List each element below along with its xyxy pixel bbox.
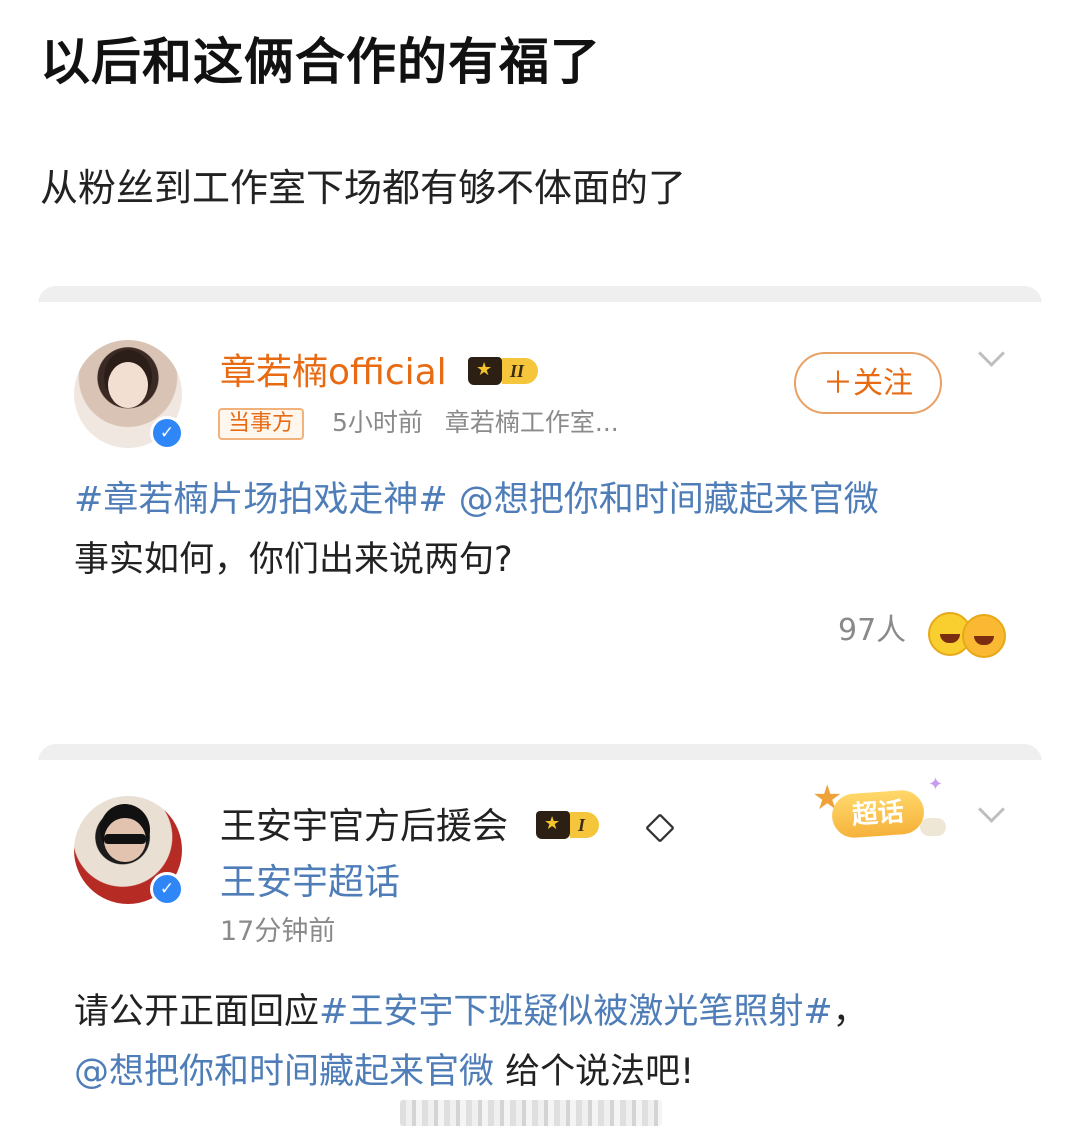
mention-link[interactable]: @想把你和时间藏起来官微 [74,1052,494,1092]
post-text-line-2: @想把你和时间藏起来官微 给个说法吧! [74,1042,868,1102]
crown-badge[interactable]: I [536,810,600,840]
crown-badge[interactable]: II [468,356,539,386]
quoted-post-card-1[interactable]: ✓ 章若楠official II 当事方 5小时前章若楠工作室... ＋关注 #… [38,286,1042,692]
watermark-blur [400,1100,662,1126]
text-prefix: 请公开正面回应 [74,992,320,1032]
post-text-line-1: 请公开正面回应#王安宇下班疑似被激光笔照射#， [74,982,868,1042]
crown-level: I [570,812,600,838]
crown-level: II [502,358,539,384]
avatar-face [108,362,148,408]
sunglasses-icon [104,834,146,844]
role-tag: 当事方 [218,408,305,440]
verified-icon: ✓ [150,872,184,906]
card-divider [38,286,1042,302]
post-time: 5小时前 [332,408,423,437]
mention-link[interactable]: @想把你和时间藏起来官微 [448,480,879,520]
hashtag-link[interactable]: #王安宇下班疑似被激光笔照射# [319,992,833,1032]
card-divider [38,744,1042,760]
text-suffix: ， [832,992,868,1032]
post-text-line-2: 事实如何，你们出来说两句? [74,540,513,580]
like-count[interactable]: 97人 [838,610,906,652]
text-suffix: 给个说法吧! [494,1052,695,1092]
username[interactable]: 章若楠official [220,350,447,396]
cloud-icon [920,818,946,836]
supertopic-badge[interactable]: ★ 超话 ✦ [812,774,946,840]
post-meta: 5小时前 章若楠工作室... [332,406,619,440]
supertopic-link[interactable]: 王安宇超话 [220,860,400,906]
hashtag-link[interactable]: #章若楠片场拍戏走神# [74,480,448,520]
post-body: 从粉丝到工作室下场都有够不体面的了 [40,166,687,210]
crown-icon [468,357,502,385]
post-time: 17分钟前 [220,916,336,947]
post-title: 以后和这俩合作的有福了 [40,33,601,91]
post-text: #章若楠片场拍戏走神# @想把你和时间藏起来官微 事实如何，你们出来说两句? [74,470,879,590]
laughing-emoji-icon [962,614,1006,658]
post-text-line-1: #章若楠片场拍戏走神# @想把你和时间藏起来官微 [74,470,879,530]
post-text: 请公开正面回应#王安宇下班疑似被激光笔照射#， @想把你和时间藏起来官微 给个说… [74,982,868,1102]
username[interactable]: 王安宇官方后援会 [220,804,508,850]
supertopic-badge-label: 超话 [830,788,926,840]
crown-icon [536,811,570,839]
follow-button[interactable]: ＋关注 [794,352,942,414]
quoted-post-card-2[interactable]: ✓ 王安宇官方后援会 I 王安宇超话 17分钟前 ★ 超话 ✦ 请公开正面回应#… [38,744,1042,1139]
post-source[interactable]: 章若楠工作室... [445,408,619,437]
sparkle-icon: ✦ [928,774,944,795]
verified-icon: ✓ [150,416,184,450]
